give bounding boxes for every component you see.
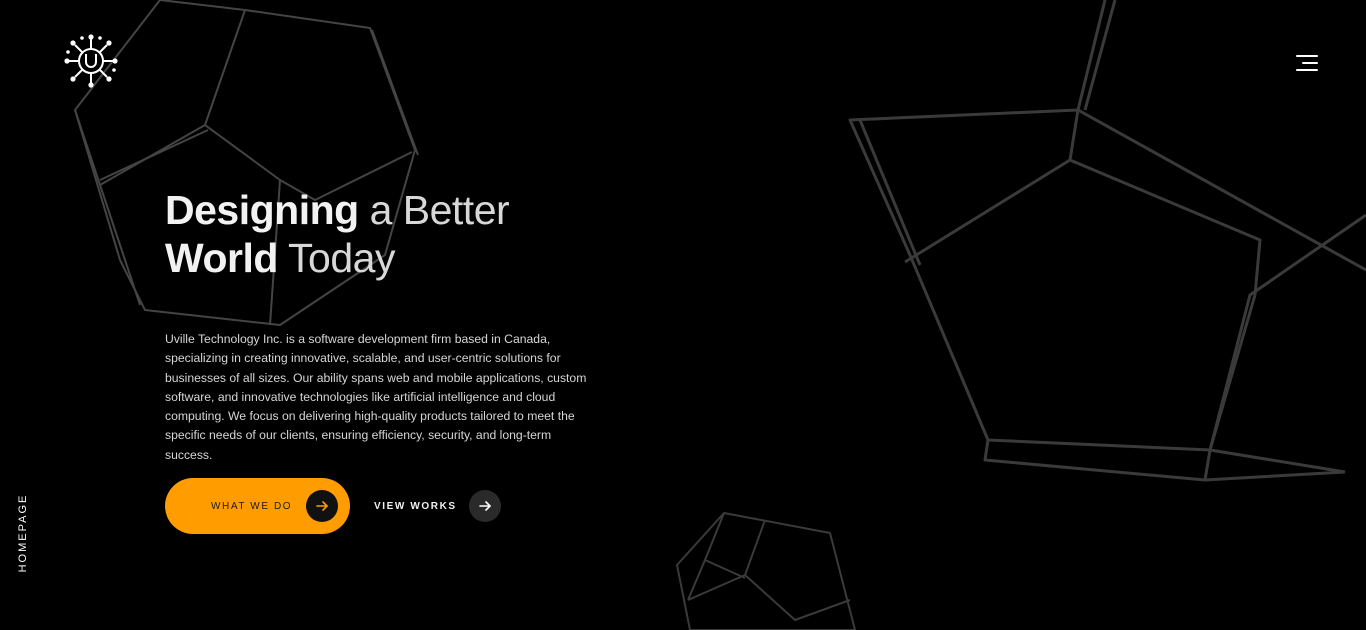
- small-dodecahedron-bottom: [676, 512, 856, 630]
- hamburger-menu-icon[interactable]: [1290, 50, 1324, 76]
- title-line2-light: Today: [277, 235, 395, 281]
- what-we-do-label: WHAT WE DO: [211, 500, 293, 512]
- wireframe-background: [74, 0, 1366, 630]
- title-line1-light: a Better: [358, 187, 510, 233]
- title-line1-bold: Designing: [165, 187, 359, 233]
- circuit-u-logo-icon: [64, 34, 118, 88]
- side-label-text: HOMEPAGE: [17, 493, 29, 573]
- page: HOMEPAGE Designing a Better World Today …: [0, 0, 1366, 630]
- arrow-right-icon: [468, 490, 501, 522]
- arrow-right-icon: [306, 490, 338, 522]
- side-page-label: HOMEPAGE: [12, 488, 34, 578]
- view-works-button[interactable]: VIEW WORKS: [374, 489, 501, 523]
- view-works-label: VIEW WORKS: [374, 500, 457, 512]
- title-line2-bold: World: [165, 235, 278, 281]
- large-dodecahedron-right: [848, 0, 1366, 482]
- hero-description: Uville Technology Inc. is a software dev…: [165, 332, 587, 462]
- what-we-do-button[interactable]: WHAT WE DO: [165, 478, 350, 534]
- hero-title: Designing a Better World Today: [165, 186, 510, 282]
- company-logo[interactable]: [62, 32, 120, 90]
